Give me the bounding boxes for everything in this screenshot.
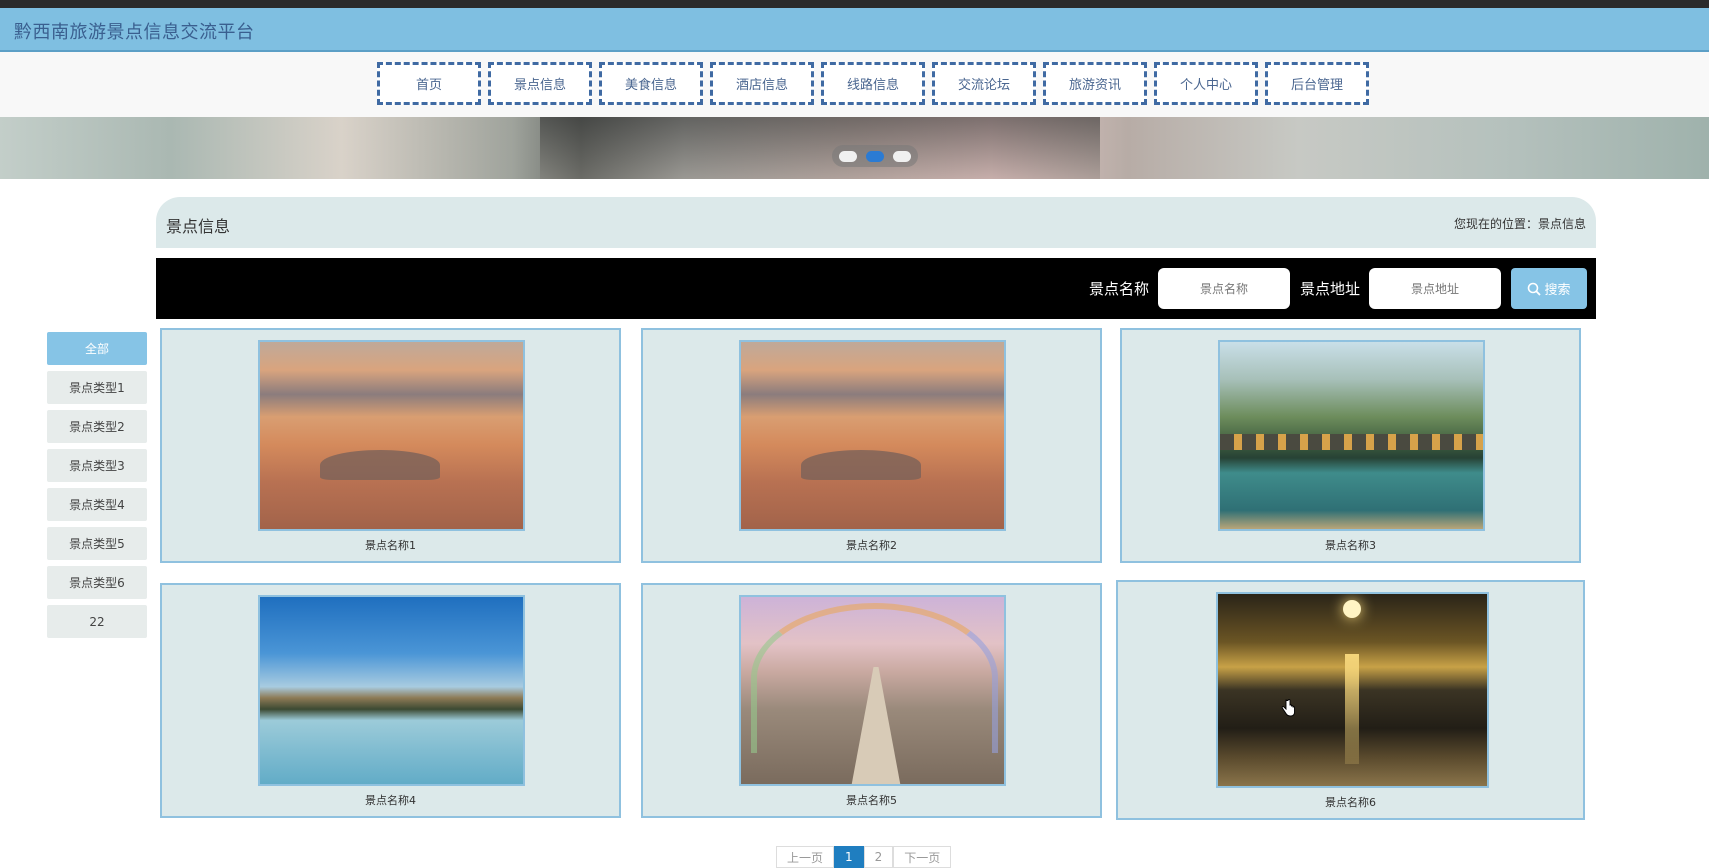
pagination: 上一页 1 2 下一页 [776, 846, 952, 868]
carousel-indicators [832, 145, 918, 167]
attraction-card[interactable]: 景点名称3 [1120, 328, 1581, 563]
attraction-name[interactable]: 景点名称4 [162, 792, 619, 808]
address-search-input[interactable] [1369, 268, 1501, 309]
nav-item-profile[interactable]: 个人中心 [1154, 62, 1258, 105]
attraction-name[interactable]: 景点名称5 [643, 792, 1100, 808]
nav-item-routes[interactable]: 线路信息 [821, 62, 925, 105]
sidebar-item-type6[interactable]: 景点类型6 [47, 566, 147, 599]
attraction-image[interactable] [1216, 592, 1489, 788]
breadcrumb-current[interactable]: 景点信息 [1538, 215, 1586, 232]
hand-cursor-icon [1281, 699, 1295, 717]
attraction-card[interactable]: 景点名称5 [641, 583, 1102, 818]
page-2-button[interactable]: 2 [863, 846, 894, 868]
sidebar-item-type2[interactable]: 景点类型2 [47, 410, 147, 443]
sun-reflection [1345, 654, 1359, 764]
nav-item-forum[interactable]: 交流论坛 [932, 62, 1036, 105]
page-title: 景点信息 [166, 217, 231, 236]
site-title: 黔西南旅游景点信息交流平台 [14, 22, 255, 43]
search-button[interactable]: 搜索 [1511, 268, 1587, 309]
main-nav: 首页 景点信息 美食信息 酒店信息 线路信息 交流论坛 旅游资讯 个人中心 后台… [0, 52, 1709, 117]
breadcrumb-bar: 景点信息 您现在的位置： 景点信息 [156, 197, 1596, 248]
site-header: 黔西南旅游景点信息交流平台 [0, 8, 1709, 52]
sidebar-item-type1[interactable]: 景点类型1 [47, 371, 147, 404]
search-bar: 景点名称 景点地址 搜索 [156, 258, 1596, 319]
search-group: 景点名称 景点地址 搜索 [1089, 268, 1587, 309]
banner-image [540, 117, 1100, 179]
attraction-image[interactable] [258, 340, 525, 531]
carousel-dot-2[interactable] [866, 150, 884, 162]
sidebar-item-type3[interactable]: 景点类型3 [47, 449, 147, 482]
attraction-name[interactable]: 景点名称2 [643, 537, 1100, 553]
sidebar-item-type4[interactable]: 景点类型4 [47, 488, 147, 521]
carousel-dot-1[interactable] [839, 150, 857, 162]
attraction-name[interactable]: 景点名称6 [1118, 794, 1583, 810]
attraction-image[interactable] [739, 340, 1006, 531]
bridge-arches [1220, 434, 1483, 450]
prev-page-button[interactable]: 上一页 [776, 846, 835, 868]
attraction-name[interactable]: 景点名称3 [1122, 537, 1579, 553]
sidebar-item-all[interactable]: 全部 [47, 332, 147, 365]
name-label: 景点名称 [1088, 280, 1149, 298]
nav-item-admin[interactable]: 后台管理 [1265, 62, 1369, 105]
breadcrumb: 您现在的位置： 景点信息 [1454, 215, 1586, 232]
attraction-name[interactable]: 景点名称1 [162, 537, 619, 553]
attraction-image[interactable] [739, 595, 1006, 786]
attraction-card[interactable]: 景点名称6 [1116, 580, 1585, 820]
next-page-button[interactable]: 下一页 [893, 846, 952, 868]
address-label: 景点地址 [1299, 280, 1360, 298]
attraction-image[interactable] [258, 595, 525, 786]
cloud-shape [320, 450, 440, 480]
cloud-shape [801, 450, 921, 480]
page-1-button[interactable]: 1 [834, 846, 864, 868]
carousel-dot-3[interactable] [893, 150, 911, 162]
category-sidebar: 全部 景点类型1 景点类型2 景点类型3 景点类型4 景点类型5 景点类型6 2… [47, 332, 149, 644]
nav-item-news[interactable]: 旅游资讯 [1043, 62, 1147, 105]
sun-shape [1343, 600, 1361, 618]
attraction-card[interactable]: 景点名称2 [641, 328, 1102, 563]
name-search-input[interactable] [1157, 268, 1290, 309]
attraction-image[interactable] [1218, 340, 1485, 531]
attraction-card[interactable]: 景点名称1 [160, 328, 621, 563]
sidebar-item-type5[interactable]: 景点类型5 [47, 527, 147, 560]
nav-list: 首页 景点信息 美食信息 酒店信息 线路信息 交流论坛 旅游资讯 个人中心 后台… [377, 62, 1376, 105]
breadcrumb-prefix: 您现在的位置： [1453, 217, 1538, 231]
nav-item-attractions[interactable]: 景点信息 [488, 62, 592, 105]
nav-item-food[interactable]: 美食信息 [599, 62, 703, 105]
nav-item-home[interactable]: 首页 [377, 62, 481, 105]
search-button-label: 搜索 [1544, 283, 1571, 298]
browser-top-strip [0, 0, 1709, 8]
nav-item-hotels[interactable]: 酒店信息 [710, 62, 814, 105]
attraction-card[interactable]: 景点名称4 [160, 583, 621, 818]
banner-carousel [0, 117, 1709, 179]
search-icon [1528, 282, 1542, 296]
sidebar-item-22[interactable]: 22 [47, 605, 147, 638]
